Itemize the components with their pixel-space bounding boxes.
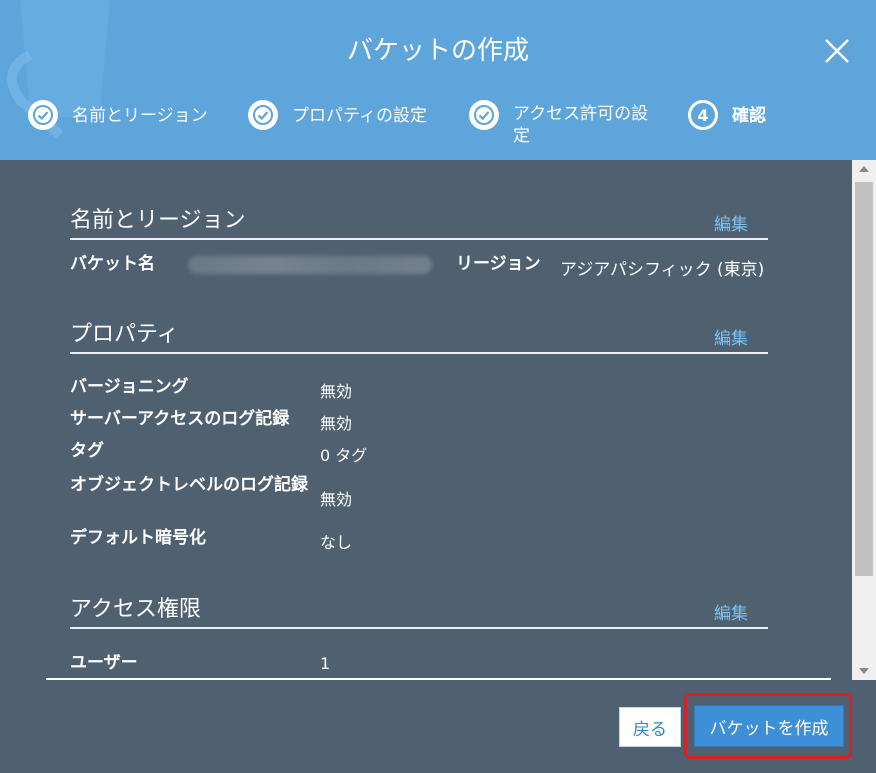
section-title: プロパティ — [70, 322, 179, 347]
property-label: サーバーアクセスのログ記録 — [70, 409, 290, 429]
bucket-name-value-redacted — [188, 256, 432, 274]
dialog-header: バケットの作成 名前とリージョン プロパティの設定 アクセス許可の設定 4 確認 — [0, 0, 876, 160]
region-value: アジアパシフィック (東京) — [560, 260, 765, 280]
close-icon[interactable] — [820, 34, 854, 68]
section-title: アクセス権限 — [70, 597, 201, 622]
footer-divider — [46, 678, 831, 680]
property-value: なし — [320, 533, 353, 552]
create-bucket-dialog: バケットの作成 名前とリージョン プロパティの設定 アクセス許可の設定 4 確認 — [0, 0, 876, 773]
property-label: タグ — [70, 441, 104, 461]
check-icon — [248, 100, 278, 130]
check-icon — [28, 100, 58, 130]
step-label: 名前とリージョン — [72, 106, 208, 126]
section-access: アクセス権限 編集 — [70, 591, 768, 629]
bucket-name-label: バケット名 — [70, 254, 155, 274]
scroll-down-icon[interactable] — [859, 668, 869, 674]
dialog-title: バケットの作成 — [346, 36, 529, 66]
property-value: 無効 — [320, 490, 353, 509]
bucket-watermark-icon — [7, 0, 110, 139]
step-number: 4 — [688, 100, 718, 130]
section-title: 名前とリージョン — [70, 208, 246, 233]
property-value: 無効 — [320, 382, 353, 401]
scrollbar[interactable] — [852, 160, 876, 680]
edit-link[interactable]: 編集 — [714, 324, 748, 349]
property-value: 0 タグ — [320, 446, 368, 465]
region-label: リージョン — [456, 254, 541, 274]
review-content[interactable]: 名前とリージョン 編集 バケット名 リージョン アジアパシフィック (東京) プ… — [0, 160, 852, 680]
step-properties[interactable]: プロパティの設定 — [248, 100, 427, 130]
step-label: 確認 — [732, 106, 766, 126]
access-label: ユーザー — [70, 653, 138, 673]
step-name-region[interactable]: 名前とリージョン — [28, 100, 208, 130]
access-value: 1 — [320, 654, 331, 673]
step-permissions[interactable]: アクセス許可の設定 — [469, 100, 669, 147]
property-label: デフォルト暗号化 — [70, 528, 206, 548]
property-label: オブジェクトレベルのログ記録 — [70, 475, 308, 495]
step-review: 4 確認 — [688, 100, 766, 130]
step-label: プロパティの設定 — [292, 106, 427, 126]
edit-link[interactable]: 編集 — [714, 599, 748, 624]
property-label: バージョニング — [70, 377, 189, 397]
section-name-region: 名前とリージョン 編集 — [70, 202, 768, 240]
edit-link[interactable]: 編集 — [714, 210, 748, 235]
section-properties: プロパティ 編集 — [70, 316, 768, 354]
step-label: アクセス許可の設定 — [513, 104, 649, 146]
create-bucket-button[interactable]: バケットを作成 — [694, 705, 844, 747]
property-value: 無効 — [320, 414, 353, 433]
scrollbar-thumb[interactable] — [855, 182, 873, 576]
back-button[interactable]: 戻る — [619, 707, 681, 747]
check-icon — [469, 100, 499, 130]
scroll-up-icon[interactable] — [859, 166, 869, 172]
